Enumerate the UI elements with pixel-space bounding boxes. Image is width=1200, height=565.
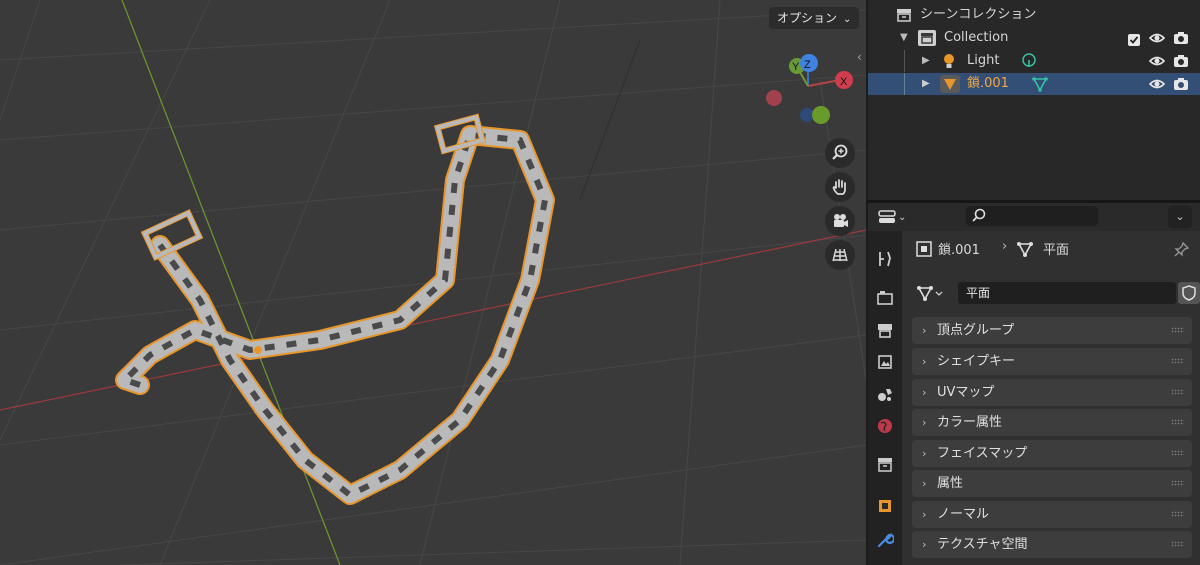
collection-tab-icon[interactable]	[873, 453, 897, 477]
panel-vertex-groups[interactable]: › 頂点グループ	[912, 317, 1192, 344]
panel-label: ノーマル	[937, 507, 990, 522]
breadcrumb-separator-icon: ›	[1002, 239, 1008, 254]
outliner-label-chain: 鎖.001	[967, 76, 1009, 91]
outliner-row-light[interactable]: ▶ Light	[868, 50, 1200, 72]
zoom-icon[interactable]	[825, 138, 855, 168]
panel-attributes[interactable]: › 属性	[912, 470, 1192, 497]
breadcrumb-object: 鎖.001	[938, 243, 980, 258]
gizmo-y-label: Y	[792, 61, 800, 73]
gizmo-neg-y	[812, 106, 830, 124]
camera-icon[interactable]	[825, 206, 855, 236]
properties-content: 鎖.001 › 平面 平面 › 頂点グループ › シェイプキー › UVマップ …	[906, 231, 1200, 565]
drag-grip-icon[interactable]	[1171, 511, 1184, 517]
chevron-right-icon: ›	[922, 386, 927, 399]
panel-uv-maps[interactable]: › UVマップ	[912, 379, 1192, 406]
view-layer-tab-icon[interactable]	[873, 350, 897, 374]
panel-color-attributes[interactable]: › カラー属性	[912, 409, 1192, 436]
hand-icon[interactable]	[825, 172, 855, 202]
chain-object[interactable]	[115, 113, 555, 505]
sidebar-toggle-icon[interactable]: ‹	[857, 50, 862, 64]
breadcrumb-mesh: 平面	[1043, 243, 1070, 258]
render-tab-icon[interactable]	[873, 286, 897, 310]
panel-label: UVマップ	[937, 385, 995, 400]
mesh-data-icon	[1032, 76, 1048, 100]
expand-right-icon[interactable]: ▶	[922, 50, 930, 72]
pin-icon[interactable]	[1174, 241, 1190, 261]
scene-collection-row[interactable]: シーンコレクション	[868, 4, 1200, 26]
drag-grip-icon[interactable]	[1171, 358, 1184, 364]
mesh-name-field[interactable]: 平面	[958, 282, 1176, 304]
viewport-scene[interactable]: Y Z X	[0, 0, 866, 565]
panel-normals[interactable]: › ノーマル	[912, 501, 1192, 528]
mesh-data-icon	[1016, 240, 1034, 262]
panel-label: シェイプキー	[937, 354, 1016, 369]
gizmo-neg-x	[766, 90, 782, 106]
panel-label: フェイスマップ	[937, 446, 1028, 461]
outliner-label-light: Light	[967, 53, 1000, 68]
drag-grip-icon[interactable]	[1171, 327, 1184, 333]
properties-tab-bar	[868, 231, 902, 565]
chevron-right-icon: ›	[922, 447, 927, 460]
drag-grip-icon[interactable]	[1171, 541, 1184, 547]
options-dropdown[interactable]: オプション ⌄	[769, 7, 860, 29]
eye-icon[interactable]	[1148, 77, 1166, 99]
drag-grip-icon[interactable]	[1171, 389, 1184, 395]
chevron-right-icon: ›	[922, 508, 927, 521]
drag-grip-icon[interactable]	[1171, 480, 1184, 486]
mesh-data-icon[interactable]	[916, 284, 946, 306]
expand-down-icon[interactable]: ▼	[900, 27, 908, 49]
modifier-wrench-icon[interactable]	[873, 528, 897, 552]
camera-render-icon[interactable]	[1173, 76, 1189, 100]
output-tab-icon[interactable]	[873, 318, 897, 342]
gizmo-x-label: X	[840, 76, 848, 88]
editor-type-button[interactable]: ⌄	[878, 207, 914, 227]
panel-label: 属性	[937, 476, 964, 491]
world-tab-icon[interactable]	[873, 414, 897, 438]
chevron-right-icon: ›	[922, 324, 927, 337]
expand-right-icon[interactable]: ▶	[922, 73, 930, 95]
camera-line	[579, 39, 641, 201]
panel-label: 頂点グループ	[937, 323, 1015, 338]
properties-editor[interactable]: ⌄ ⌄ 鎖.001 › 平面 平面 › 頂点グループ › シェイプキー › UV…	[866, 203, 1200, 565]
outliner-row-collection[interactable]: ▼ Collection	[868, 27, 1200, 49]
mesh-object-icon	[940, 75, 960, 101]
y-axis-line	[121, 0, 341, 565]
scene-collection-label: シーンコレクション	[920, 7, 1037, 22]
panel-face-maps[interactable]: › フェイスマップ	[912, 440, 1192, 467]
properties-editor-icon	[878, 210, 896, 223]
properties-header: ⌄ ⌄	[868, 203, 1200, 231]
panel-label: テクスチャ空間	[937, 537, 1028, 552]
panel-label: カラー属性	[937, 415, 1003, 430]
chevron-right-icon: ›	[922, 355, 927, 368]
options-label: オプション	[777, 11, 838, 25]
object-tab-icon[interactable]	[873, 494, 897, 518]
scene-tab-icon[interactable]	[873, 382, 897, 406]
drag-grip-icon[interactable]	[1171, 419, 1184, 425]
chevron-down-icon: ⌄	[898, 211, 907, 223]
mesh-datablock-selector[interactable]: 平面	[916, 282, 1200, 306]
chevron-right-icon: ›	[922, 477, 927, 490]
properties-search-input[interactable]	[966, 206, 1098, 226]
chevron-right-icon: ›	[922, 538, 927, 551]
gizmo-z-label: Z	[804, 59, 811, 71]
outliner[interactable]: シーンコレクション ▼ Collection ▶ Light ▶ 鎖.001	[866, 0, 1200, 200]
panel-texture-space[interactable]: › テクスチャ空間	[912, 531, 1192, 558]
outliner-row-chain[interactable]: ▶ 鎖.001	[868, 73, 1200, 95]
object-icon	[916, 241, 932, 261]
chevron-right-icon: ›	[922, 416, 927, 429]
search-icon	[972, 208, 986, 222]
3d-viewport[interactable]: Y Z X オプション ⌄ ‹	[0, 0, 866, 565]
properties-options-button[interactable]: ⌄	[1168, 206, 1192, 228]
drag-grip-icon[interactable]	[1171, 450, 1184, 456]
grid-icon[interactable]	[825, 240, 855, 270]
gizmo-neg-z	[800, 108, 814, 122]
outliner-label-collection: Collection	[944, 30, 1009, 45]
object-origin	[254, 346, 262, 354]
shield-icon[interactable]	[1178, 282, 1200, 304]
chevron-down-icon: ⌄	[843, 14, 852, 25]
tool-tab-icon[interactable]	[873, 247, 897, 271]
panel-shape-keys[interactable]: › シェイプキー	[912, 348, 1192, 375]
